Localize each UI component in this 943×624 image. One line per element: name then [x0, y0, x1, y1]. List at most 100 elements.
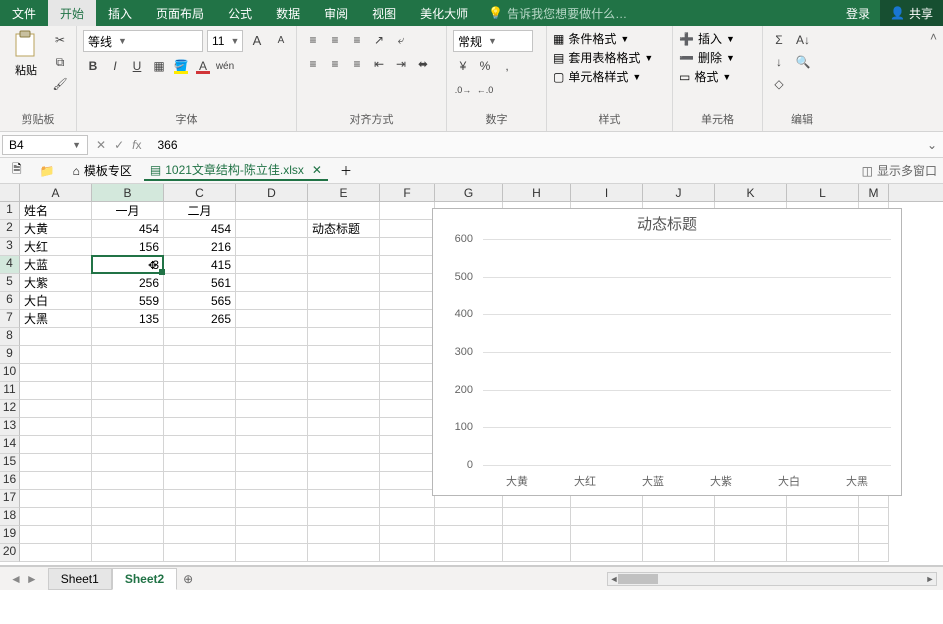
cell-C17[interactable]	[164, 490, 236, 508]
find-icon[interactable]: 🔍	[793, 52, 813, 72]
cell-D13[interactable]	[236, 418, 308, 436]
confirm-entry-icon[interactable]: ✓	[114, 138, 124, 152]
wrap-text-icon[interactable]: ⤶	[391, 30, 411, 50]
col-header-I[interactable]: I	[571, 184, 643, 201]
col-header-C[interactable]: C	[164, 184, 236, 201]
format-cells-button[interactable]: ▭格式▼	[679, 68, 731, 85]
cell-C5[interactable]: 561	[164, 274, 236, 292]
add-file-tab-icon[interactable]: ＋	[334, 161, 358, 181]
cell-D5[interactable]	[236, 274, 308, 292]
row-header-20[interactable]: 20	[0, 544, 20, 562]
tab-home[interactable]: 开始	[48, 0, 96, 26]
cell-D8[interactable]	[236, 328, 308, 346]
align-center-icon[interactable]: ≡	[325, 54, 345, 74]
cell-C14[interactable]	[164, 436, 236, 454]
row-header-7[interactable]: 7	[0, 310, 20, 328]
cell-D19[interactable]	[236, 526, 308, 544]
cell-style-button[interactable]: ▢单元格样式▼	[553, 68, 641, 85]
border-button[interactable]: ▦	[149, 56, 169, 76]
cell-B19[interactable]	[92, 526, 164, 544]
cell-L19[interactable]	[787, 526, 859, 544]
cell-C4[interactable]: 415	[164, 256, 236, 274]
col-header-A[interactable]: A	[20, 184, 92, 201]
sheet-tab-1[interactable]: Sheet1	[48, 568, 112, 590]
tab-beautify[interactable]: 美化大师	[408, 0, 480, 26]
login-button[interactable]: 登录	[836, 0, 880, 26]
cell-A18[interactable]	[20, 508, 92, 526]
cell-E4[interactable]	[308, 256, 380, 274]
cell-E5[interactable]	[308, 274, 380, 292]
cell-A3[interactable]: 大红	[20, 238, 92, 256]
cell-E8[interactable]	[308, 328, 380, 346]
row-header-13[interactable]: 13	[0, 418, 20, 436]
col-header-G[interactable]: G	[435, 184, 503, 201]
cell-A14[interactable]	[20, 436, 92, 454]
horizontal-scrollbar[interactable]: ◄ ►	[607, 572, 937, 586]
cell-A16[interactable]	[20, 472, 92, 490]
add-sheet-button[interactable]: ⊕	[177, 572, 199, 586]
cell-G20[interactable]	[435, 544, 503, 562]
cell-B5[interactable]: 256	[92, 274, 164, 292]
cell-F7[interactable]	[380, 310, 435, 328]
cell-C11[interactable]	[164, 382, 236, 400]
cell-C16[interactable]	[164, 472, 236, 490]
cell-A2[interactable]: 大黄	[20, 220, 92, 238]
cell-B1[interactable]: 一月	[92, 202, 164, 220]
templates-button[interactable]: ⌂模板专区	[67, 161, 138, 181]
cell-D2[interactable]	[236, 220, 308, 238]
row-header-1[interactable]: 1	[0, 202, 20, 220]
row-header-5[interactable]: 5	[0, 274, 20, 292]
format-painter-icon[interactable]: 🖌	[50, 74, 70, 94]
cancel-entry-icon[interactable]: ✕	[96, 138, 106, 152]
row-header-3[interactable]: 3	[0, 238, 20, 256]
font-name-combo[interactable]: 等线▼	[83, 30, 203, 52]
cell-E6[interactable]	[308, 292, 380, 310]
cell-E13[interactable]	[308, 418, 380, 436]
share-button[interactable]: 👤 共享	[880, 0, 943, 26]
cell-C9[interactable]	[164, 346, 236, 364]
file-tab-active[interactable]: ▤ 1021文章结构-陈立佳.xlsx ✕	[144, 161, 328, 181]
cell-C6[interactable]: 565	[164, 292, 236, 310]
cell-E18[interactable]	[308, 508, 380, 526]
align-bottom-icon[interactable]: ≡	[347, 30, 367, 50]
phonetic-button[interactable]: wén	[215, 56, 235, 76]
align-top-icon[interactable]: ≡	[303, 30, 323, 50]
tab-formulas[interactable]: 公式	[216, 0, 264, 26]
cell-C10[interactable]	[164, 364, 236, 382]
cell-F16[interactable]	[380, 472, 435, 490]
cell-C8[interactable]	[164, 328, 236, 346]
scrollbar-thumb[interactable]	[618, 574, 658, 584]
align-middle-icon[interactable]: ≡	[325, 30, 345, 50]
cell-F13[interactable]	[380, 418, 435, 436]
cell-E15[interactable]	[308, 454, 380, 472]
clear-icon[interactable]: ◇	[769, 74, 789, 94]
cell-A9[interactable]	[20, 346, 92, 364]
cell-K19[interactable]	[715, 526, 787, 544]
underline-button[interactable]: U	[127, 56, 147, 76]
cut-icon[interactable]: ✂	[50, 30, 70, 50]
row-header-14[interactable]: 14	[0, 436, 20, 454]
scroll-right-icon[interactable]: ►	[924, 573, 936, 585]
cell-B8[interactable]	[92, 328, 164, 346]
cell-D14[interactable]	[236, 436, 308, 454]
fill-color-button[interactable]: 🪣	[171, 56, 191, 76]
cell-M19[interactable]	[859, 526, 889, 544]
tab-review[interactable]: 审阅	[312, 0, 360, 26]
row-header-19[interactable]: 19	[0, 526, 20, 544]
cell-C15[interactable]	[164, 454, 236, 472]
cell-E7[interactable]	[308, 310, 380, 328]
increase-decimal-icon[interactable]: .0→	[453, 80, 473, 100]
cell-D15[interactable]	[236, 454, 308, 472]
cell-F2[interactable]	[380, 220, 435, 238]
cell-B15[interactable]	[92, 454, 164, 472]
cell-E20[interactable]	[308, 544, 380, 562]
cell-B2[interactable]: 454	[92, 220, 164, 238]
row-header-9[interactable]: 9	[0, 346, 20, 364]
formula-input[interactable]: 366	[149, 138, 926, 152]
cell-A13[interactable]	[20, 418, 92, 436]
cell-F18[interactable]	[380, 508, 435, 526]
sheet-nav[interactable]: ◄ ►	[0, 572, 48, 586]
collapse-ribbon-icon[interactable]: ˄	[930, 30, 937, 44]
orientation-icon[interactable]: ↗	[369, 30, 389, 50]
cell-D7[interactable]	[236, 310, 308, 328]
